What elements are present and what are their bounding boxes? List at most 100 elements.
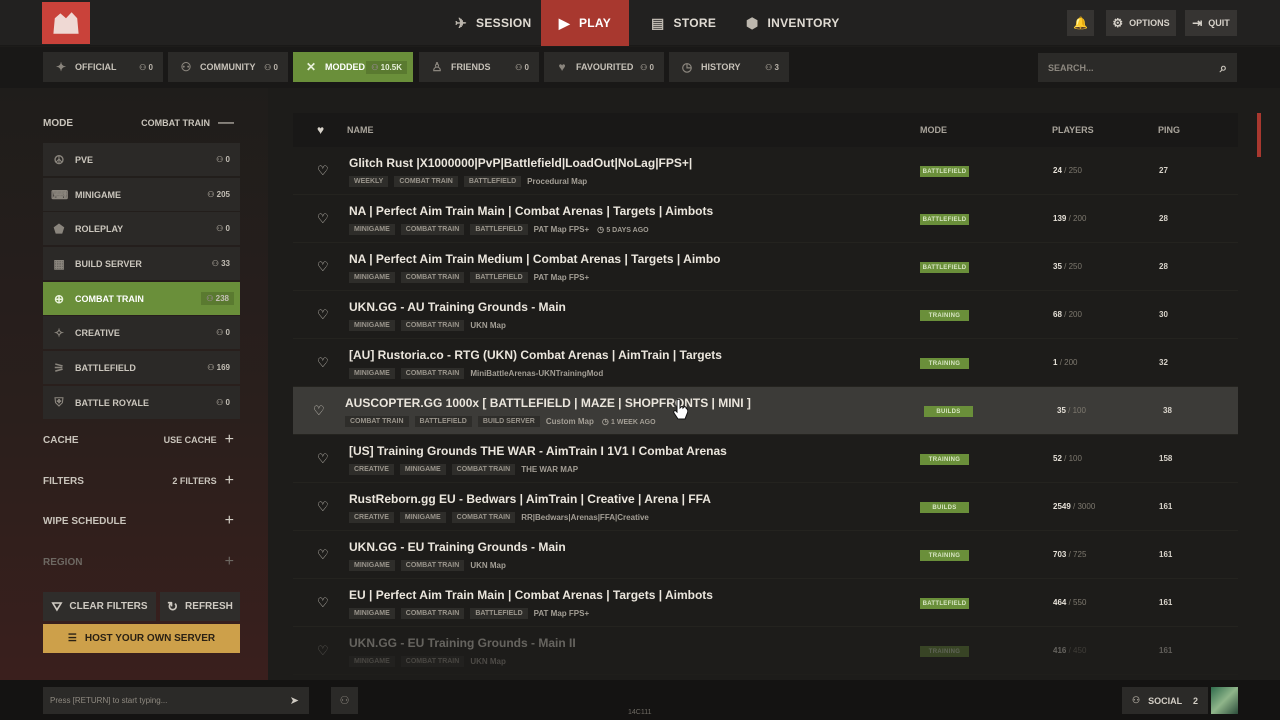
server-title: RustReborn.gg EU - Bedwars | AimTrain | …: [349, 492, 711, 506]
list-scrollbar[interactable]: [1257, 113, 1261, 157]
server-tag: BUILD SERVER: [477, 416, 540, 427]
mode-item-minigame[interactable]: ⌨ MINIGAME 205: [43, 178, 240, 211]
column-ping[interactable]: PING: [1158, 125, 1180, 135]
nav-session[interactable]: ✈ SESSION: [455, 0, 531, 46]
server-row[interactable]: ♡ [AU] Rustoria.co - RTG (UKN) Combat Are…: [293, 339, 1238, 387]
favourite-heart-icon[interactable]: ♡: [313, 403, 325, 419]
crosshair-icon: ⊕: [53, 291, 65, 306]
refresh-button[interactable]: ↻ REFRESH: [160, 592, 240, 621]
favourite-heart-icon[interactable]: ♡: [317, 163, 329, 179]
avatar[interactable]: [1211, 687, 1238, 714]
server-row[interactable]: ♡ NA | Perfect Aim Train Main | Combat Ar…: [293, 195, 1238, 243]
server-tag: COMBAT TRAIN: [400, 608, 465, 619]
tab-label: FRIENDS: [451, 62, 491, 72]
options-button[interactable]: ⚙ OPTIONS: [1106, 10, 1176, 36]
favourite-heart-icon[interactable]: ♡: [317, 547, 329, 563]
gear-icon: ⚙: [1112, 16, 1124, 30]
server-tags: MINIGAME COMBAT TRAIN BATTLEFIELD PAT Map F…: [349, 272, 597, 283]
options-label: OPTIONS: [1129, 18, 1170, 28]
server-row[interactable]: ♡ RustReborn.gg EU - Bedwars | AimTrain |…: [293, 483, 1238, 531]
mode-item-battle-royale[interactable]: ⛨ BATTLE ROYALE 0: [43, 386, 240, 419]
mode-item-build-server[interactable]: ▦ BUILD SERVER 33: [43, 247, 240, 280]
tab-community[interactable]: ⚇ COMMUNITY 0: [168, 52, 288, 82]
social-button[interactable]: ⚇ SOCIAL 2: [1122, 687, 1208, 714]
server-title: EU | Perfect Aim Train Main | Combat Are…: [349, 588, 713, 602]
server-map: PAT Map FPS+: [533, 273, 590, 282]
server-map: THE WAR MAP: [521, 465, 579, 474]
cache-header[interactable]: CACHE USE CACHE +: [43, 430, 240, 450]
mode-item-roleplay[interactable]: ⬟ ROLEPLAY 0: [43, 212, 240, 245]
server-row[interactable]: ♡ UKN.GG - EU Training Grounds - Main MINI…: [293, 531, 1238, 579]
notifications-button[interactable]: 🔔: [1067, 10, 1094, 36]
server-row[interactable]: ♡ NA | Perfect Aim Train Medium | Combat …: [293, 243, 1238, 291]
tab-history[interactable]: ◷ HISTORY 3: [669, 52, 789, 82]
mode-item-creative[interactable]: ✧ CREATIVE 0: [43, 316, 240, 349]
tab-count: 0: [640, 63, 654, 72]
server-row[interactable]: ♡ UKN.GG - EU Training Grounds - Main II M…: [293, 627, 1238, 675]
mode-item-count: 0: [216, 328, 230, 337]
wipe-schedule-header[interactable]: WIPE SCHEDULE +: [43, 511, 240, 531]
region-header[interactable]: REGION +: [43, 552, 240, 572]
mode-item-count: 238: [201, 292, 234, 305]
server-row[interactable]: ♡ UKN.GG - AU Training Grounds - Main MINI…: [293, 291, 1238, 339]
server-row[interactable]: ♡ AUSCOPTER.GG 1000x [ BATTLEFIELD | MAZE…: [293, 387, 1238, 435]
favourite-heart-icon[interactable]: ♡: [317, 307, 329, 323]
server-tag: MINIGAME: [349, 224, 395, 235]
favourite-heart-icon[interactable]: ♡: [317, 211, 329, 227]
server-tags: MINIGAME COMBAT TRAIN BATTLEFIELD PAT Map F…: [349, 608, 597, 619]
tools-icon: ✕: [305, 60, 317, 74]
player-count: 24 / 250: [1053, 166, 1082, 175]
chat-input[interactable]: Press [RETURN] to start typing... ➤: [43, 687, 309, 714]
server-map: RR|Bedwars|Arenas|FFA|Creative: [521, 513, 649, 522]
favourite-heart-icon[interactable]: ♡: [317, 259, 329, 275]
tab-favourited[interactable]: ♥ FAVOURITED 0: [544, 52, 664, 82]
players-current: 35: [1057, 406, 1066, 415]
players-max: / 200: [1059, 358, 1078, 367]
nav-play[interactable]: ▶ PLAY: [541, 0, 629, 46]
favourite-heart-icon[interactable]: ♡: [317, 499, 329, 515]
mode-item-combat-train[interactable]: ⊕ COMBAT TRAIN 238: [43, 282, 240, 315]
clear-filters-button[interactable]: ⛛ CLEAR FILTERS: [43, 592, 156, 621]
game-logo[interactable]: [42, 2, 90, 44]
server-map: PAT Map FPS+: [533, 609, 590, 618]
column-name[interactable]: NAME: [347, 125, 374, 135]
column-mode[interactable]: MODE: [920, 125, 947, 135]
tab-friends[interactable]: ♙ FRIENDS 0: [419, 52, 539, 82]
server-map: Procedural Map: [527, 177, 588, 186]
list-header: ♥ NAME MODE PLAYERS PING: [293, 113, 1238, 147]
quit-button[interactable]: ⇥ QUIT: [1185, 10, 1237, 36]
server-row[interactable]: ♡ Glitch Rust |X1000000|PvP|Battlefield|L…: [293, 147, 1238, 195]
antenna-icon: ⚞: [53, 360, 65, 375]
tab-official[interactable]: ✦ OFFICIAL 0: [43, 52, 163, 82]
players-max: / 725: [1068, 550, 1087, 559]
server-tag: MINIGAME: [349, 368, 395, 379]
server-title: NA | Perfect Aim Train Medium | Combat A…: [349, 252, 721, 266]
favourite-heart-icon[interactable]: ♡: [317, 451, 329, 467]
players-current: 2549: [1053, 502, 1071, 511]
nav-store[interactable]: ▤ STORE: [651, 0, 716, 46]
nav-session-label: SESSION: [476, 16, 532, 30]
mode-item-pve[interactable]: ☮ PVE 0: [43, 143, 240, 176]
players-current: 1: [1053, 358, 1058, 367]
favourite-column-icon[interactable]: ♥: [317, 123, 324, 137]
server-row[interactable]: ♡ [US] Training Grounds THE WAR - AimTrai…: [293, 435, 1238, 483]
column-players[interactable]: PLAYERS: [1052, 125, 1094, 135]
peace-icon: ☮: [53, 152, 65, 167]
mode-header[interactable]: MODE COMBAT TRAIN —: [43, 113, 240, 133]
nav-inventory[interactable]: ⬢ INVENTORY: [746, 0, 840, 46]
team-button[interactable]: ⚇: [331, 687, 358, 714]
favourite-heart-icon[interactable]: ♡: [317, 355, 329, 371]
send-icon[interactable]: ➤: [290, 694, 299, 707]
favourite-heart-icon[interactable]: ♡: [317, 595, 329, 611]
server-tag: MINIGAME: [399, 464, 446, 475]
host-server-button[interactable]: ☰ HOST YOUR OWN SERVER: [43, 624, 240, 653]
filter-bar: ✦ OFFICIAL 0 ⚇ COMMUNITY 0 ✕ MODDED10.5K ♙ FRI…: [0, 47, 1280, 88]
server-row[interactable]: ♡ EU | Perfect Aim Train Main | Combat Ar…: [293, 579, 1238, 627]
server-tag: MINIGAME: [349, 608, 395, 619]
favourite-heart-icon[interactable]: ♡: [317, 643, 329, 659]
mode-label: MODE: [43, 117, 73, 129]
search-input[interactable]: SEARCH... ⌕: [1038, 53, 1237, 82]
tab-modded[interactable]: ✕ MODDED10.5K: [293, 52, 413, 82]
mode-item-battlefield[interactable]: ⚞ BATTLEFIELD 169: [43, 351, 240, 384]
filters-header[interactable]: FILTERS 2 FILTERS +: [43, 471, 240, 491]
